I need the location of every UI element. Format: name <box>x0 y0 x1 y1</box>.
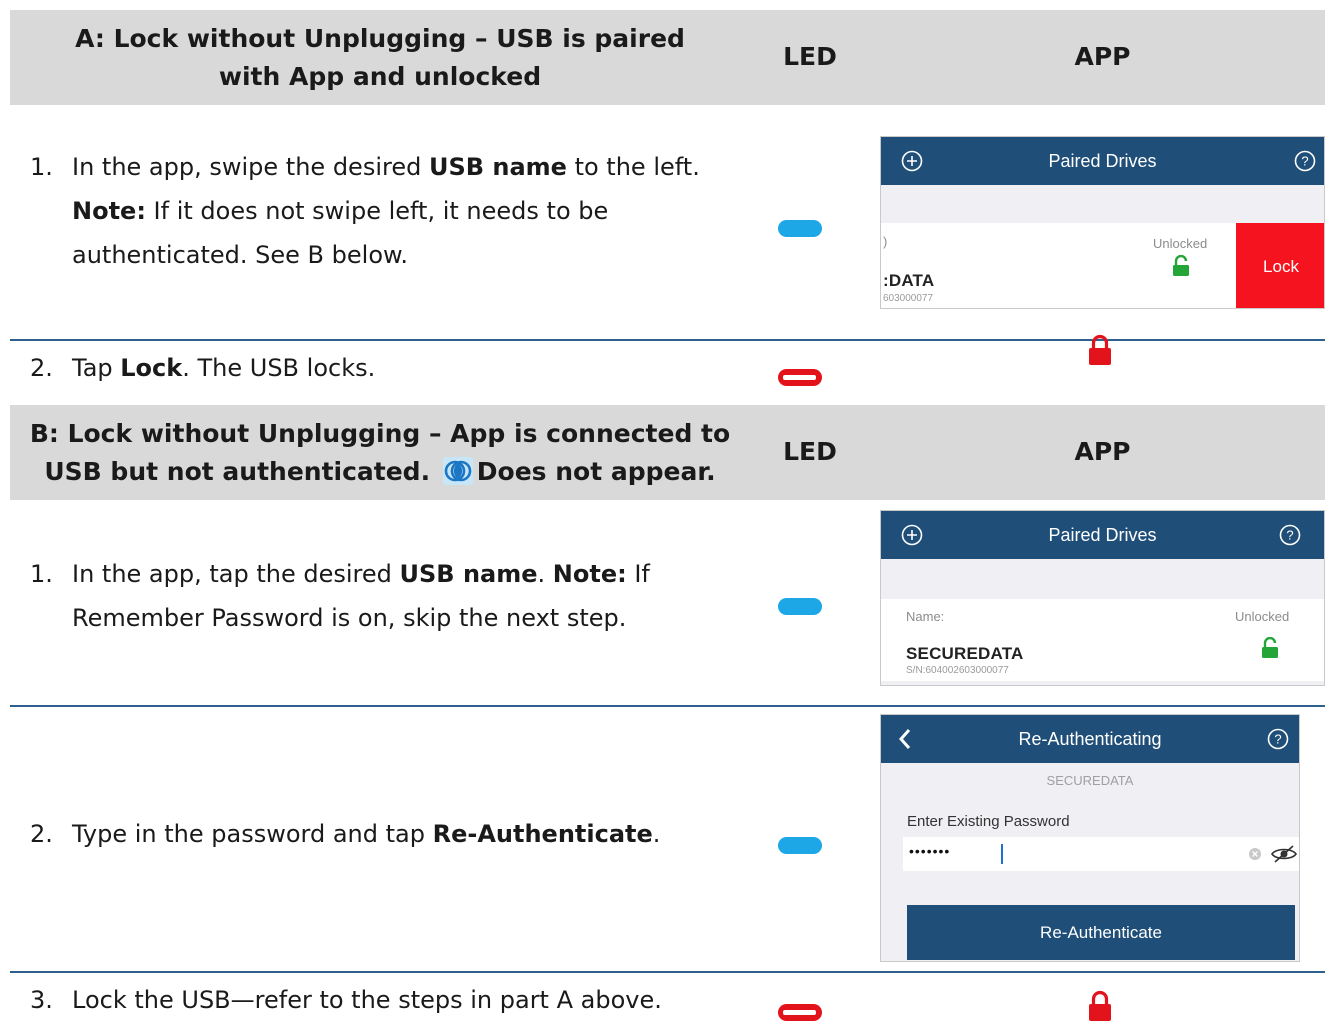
led-blue-indicator <box>778 837 822 854</box>
section-b-header: B: Lock without Unplugging – App is conn… <box>10 405 1325 500</box>
app-spacer <box>881 559 1324 599</box>
led-blue-indicator <box>778 598 822 615</box>
section-b-step-3: 3. Lock the USB—refer to the steps in pa… <box>30 978 730 1022</box>
row-divider <box>10 971 1325 973</box>
password-input[interactable]: ••••••• <box>903 837 1299 871</box>
app-column-header: APP <box>1074 437 1131 466</box>
section-a-header: A: Lock without Unplugging – USB is pair… <box>10 10 1325 105</box>
app-title: Paired Drives <box>1048 525 1157 545</box>
drive-list-item[interactable]: Name: Unlocked SECUREDATA S/N:6040026030… <box>881 599 1324 679</box>
padlock-icon <box>1089 334 1111 365</box>
section-a-step-1: 1. In the app, swipe the desired USB nam… <box>30 145 730 295</box>
authenticate-icon <box>442 457 473 485</box>
svg-text:?: ? <box>1286 528 1293 543</box>
password-mask: ••••••• <box>909 843 951 859</box>
led-column-header: LED <box>783 42 837 71</box>
led-red-indicator <box>778 1004 822 1021</box>
step-number: 1. <box>30 560 53 588</box>
app-title-bar: Re-Authenticating ? <box>881 715 1299 763</box>
section-b-title: B: Lock without Unplugging – App is conn… <box>29 419 731 486</box>
step-text: Tap Lock. The USB locks. <box>72 354 376 382</box>
svg-text:?: ? <box>1274 732 1281 747</box>
svg-text:?: ? <box>1301 154 1308 169</box>
led-red-indicator <box>778 369 822 386</box>
app-title-bar: Paired Drives ? <box>881 511 1324 559</box>
step-text: In the app, tap the desired USB name. No… <box>72 560 650 632</box>
app-column-header: APP <box>1074 42 1131 71</box>
drive-name: SECUREDATA <box>906 644 1024 663</box>
app-title: Paired Drives <box>1048 151 1157 171</box>
lock-action-button[interactable]: Lock <box>1236 223 1324 308</box>
swipe-icon-fragment: ) <box>883 234 888 249</box>
app-screenshot-paired-drives: Paired Drives ? Name: Unlocked SECUREDAT… <box>880 510 1325 686</box>
step-text: Type in the password and tap Re-Authenti… <box>72 820 661 848</box>
drive-subtitle: SECUREDATA <box>1046 773 1134 788</box>
help-circle-icon[interactable]: ? <box>1267 728 1289 750</box>
app-screenshot-reauth: Re-Authenticating ? SECUREDATA Enter Exi… <box>880 714 1300 962</box>
eye-slash-icon[interactable] <box>1271 845 1297 863</box>
step-text: In the app, swipe the desired USB name t… <box>72 153 700 269</box>
row-divider <box>10 339 1325 341</box>
led-blue-indicator <box>778 220 822 237</box>
padlock-icon <box>1262 637 1278 658</box>
drive-status: Unlocked <box>1235 609 1290 624</box>
step-text: Lock the USB—refer to the steps in part … <box>72 986 662 1014</box>
row-divider <box>10 705 1325 707</box>
app-title: Re-Authenticating <box>1018 729 1162 749</box>
clear-icon[interactable] <box>1248 847 1262 861</box>
drive-serial: 603000077 <box>883 293 934 304</box>
drive-status: Unlocked <box>1153 236 1208 251</box>
drive-name: :DATA <box>883 271 935 290</box>
re-authenticate-button[interactable]: Re-Authenticate <box>907 905 1295 960</box>
help-circle-icon: ? <box>1279 524 1301 546</box>
step-number: 2. <box>30 354 53 382</box>
app-spacer <box>881 185 1324 223</box>
section-a-title: A: Lock without Unplugging – USB is pair… <box>75 24 685 91</box>
name-label: Name: <box>906 609 945 624</box>
password-field-label: Enter Existing Password <box>907 813 1070 830</box>
app-screenshot-swipe-lock: Paired Drives ? ) Unlocked :DATA 6030000… <box>880 136 1325 309</box>
led-column-header: LED <box>783 437 837 466</box>
step-number: 3. <box>30 986 53 1014</box>
app-body: SECUREDATA Enter Existing Password •••••… <box>881 763 1299 961</box>
section-b-step-2: 2. Type in the password and tap Re-Authe… <box>30 812 730 856</box>
padlock-icon <box>1173 255 1189 276</box>
step-number: 2. <box>30 820 53 848</box>
text-cursor <box>1001 844 1003 864</box>
drive-serial: S/N:604002603000077 <box>906 665 1009 676</box>
app-footer-strip <box>881 681 1324 685</box>
section-a-step-2: 2. Tap Lock. The USB locks. <box>30 346 730 390</box>
help-circle-icon: ? <box>1294 150 1316 172</box>
section-b-step-1: 1. In the app, tap the desired USB name.… <box>30 552 730 652</box>
padlock-icon <box>1089 990 1111 1021</box>
step-number: 1. <box>30 153 53 181</box>
app-title-bar: Paired Drives ? <box>881 137 1324 185</box>
